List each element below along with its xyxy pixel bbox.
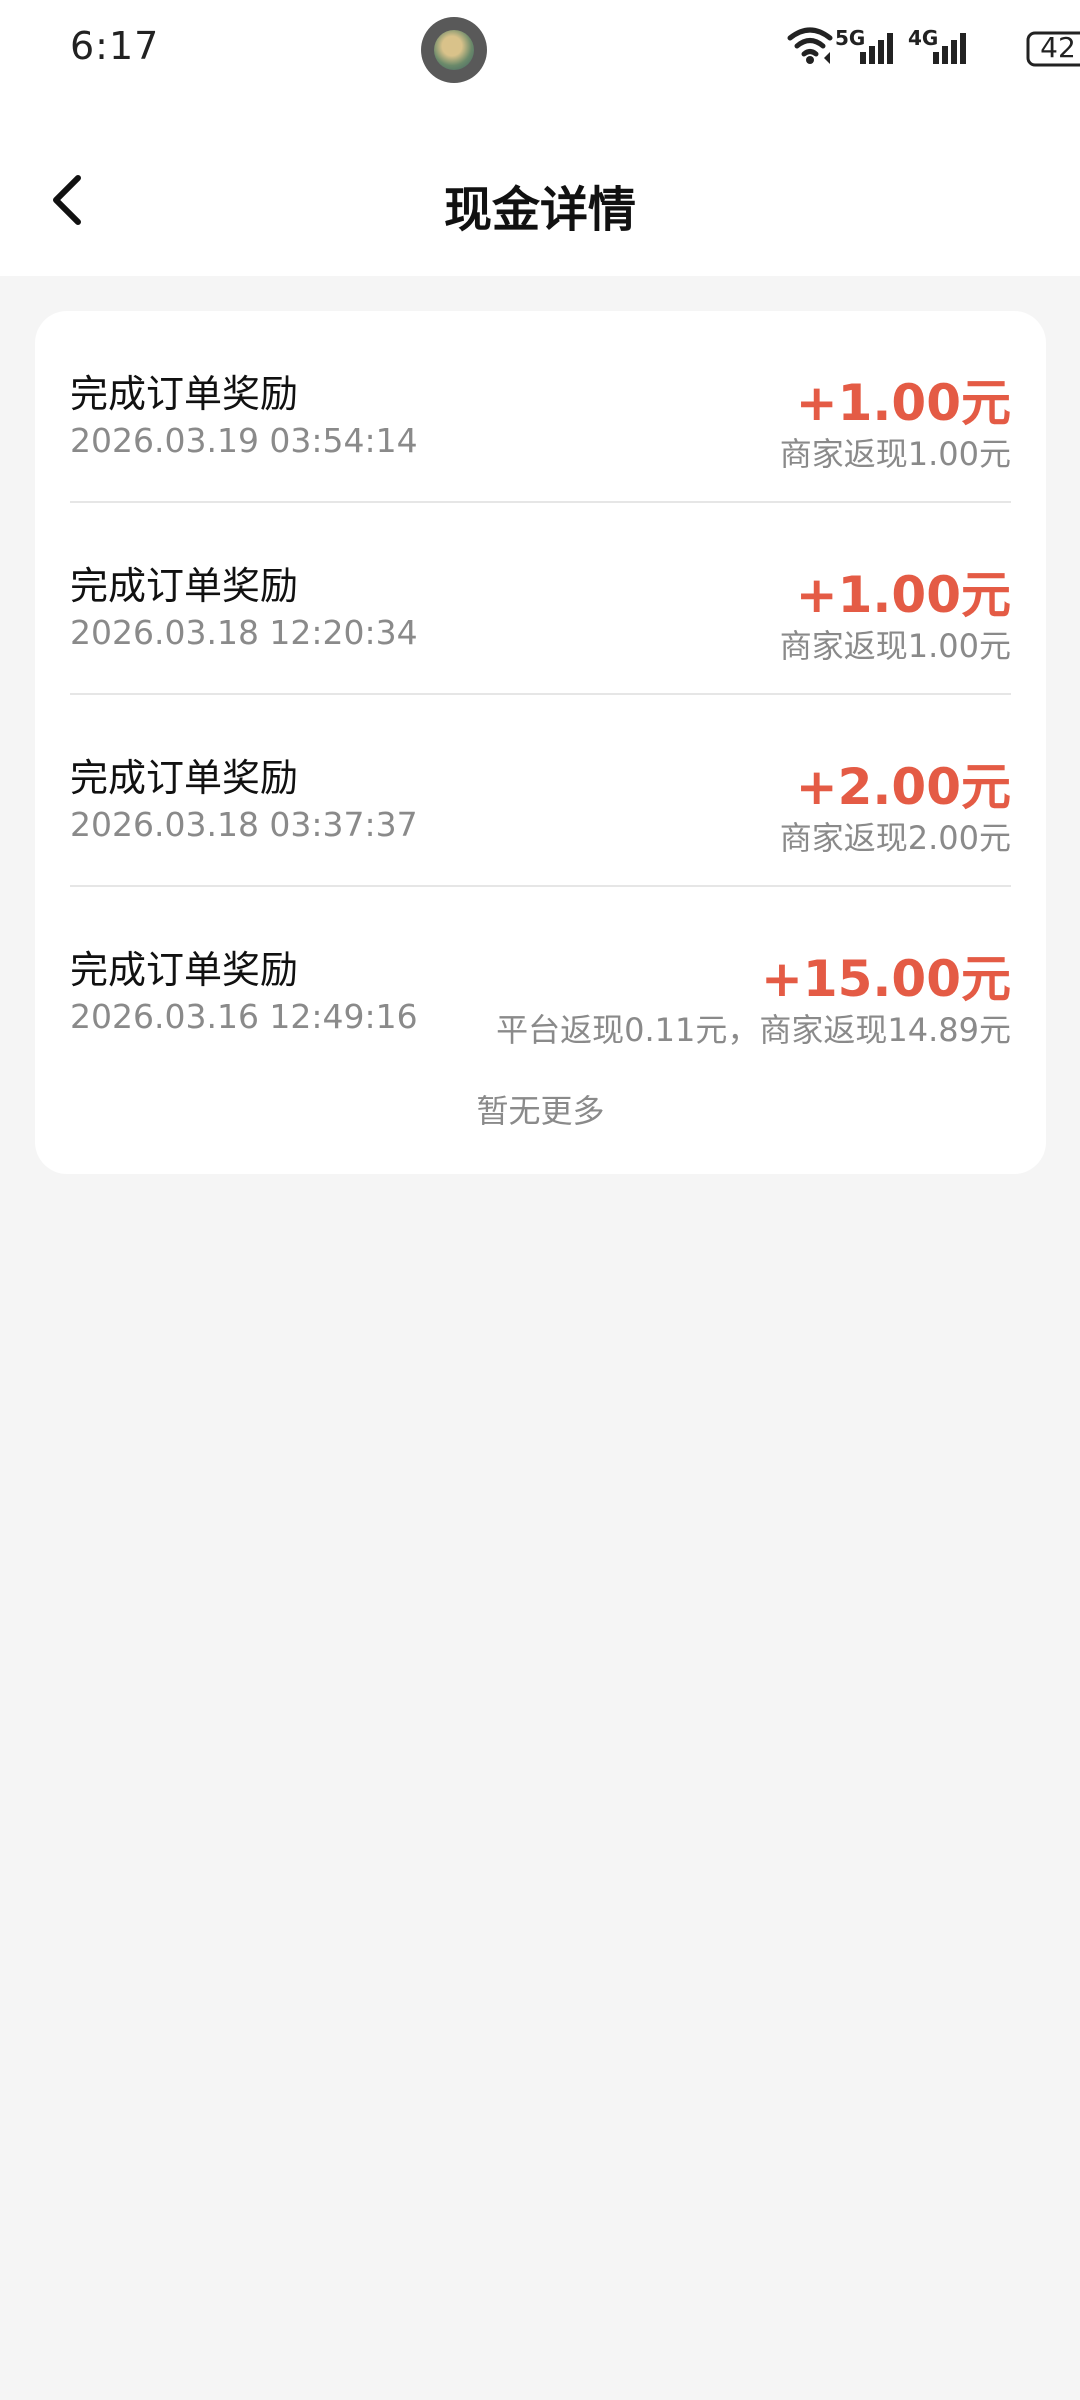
- record-title: 完成订单奖励: [70, 948, 299, 992]
- record-amount: +1.00元: [795, 566, 1011, 624]
- list-item[interactable]: 完成订单奖励 2026.03.18 03:37:37 +2.00元 商家返现2.…: [70, 695, 1011, 887]
- record-title: 完成订单奖励: [70, 564, 299, 608]
- page-title: 现金详情: [443, 182, 636, 238]
- wifi-icon: [787, 27, 833, 57]
- record-detail: 商家返现2.00元: [779, 819, 1011, 857]
- top-navigation-bar: 现金详情: [0, 98, 1080, 276]
- svg-text:4G: 4G: [908, 26, 938, 50]
- record-amount: +1.00元: [795, 374, 1011, 432]
- list-item[interactable]: 完成订单奖励 2026.03.18 12:20:34 +1.00元 商家返现1.…: [70, 503, 1011, 695]
- record-amount: +2.00元: [795, 758, 1011, 816]
- status-icons: 5G 4G 42: [780, 0, 1080, 98]
- status-bar: 6:17 5G 4G 42: [0, 0, 1080, 98]
- record-title: 完成订单奖励: [70, 756, 299, 800]
- record-datetime: 2026.03.18 12:20:34: [70, 613, 418, 652]
- record-detail: 平台返现0.11元，商家返现14.89元: [496, 1011, 1011, 1049]
- record-datetime: 2026.03.18 03:37:37: [70, 805, 418, 844]
- no-more-text: 暂无更多: [476, 1092, 605, 1130]
- svg-text:5G: 5G: [835, 26, 865, 50]
- record-detail: 商家返现1.00元: [779, 435, 1011, 473]
- notification-avatar-icon: [421, 17, 487, 83]
- list-item[interactable]: 完成订单奖励 2026.03.16 12:49:16 +15.00元 平台返现0…: [70, 887, 1011, 1079]
- record-datetime: 2026.03.19 03:54:14: [70, 421, 418, 460]
- status-time: 6:17: [70, 24, 160, 68]
- list-item[interactable]: 完成订单奖励 2026.03.19 03:54:14 +1.00元 商家返现1.…: [70, 311, 1011, 503]
- battery-level: 42: [1040, 31, 1076, 64]
- record-datetime: 2026.03.16 12:49:16: [70, 997, 418, 1036]
- record-title: 完成订单奖励: [70, 372, 299, 416]
- cash-records-card: 完成订单奖励 2026.03.19 03:54:14 +1.00元 商家返现1.…: [35, 311, 1046, 1174]
- record-amount: +15.00元: [760, 950, 1011, 1008]
- record-detail: 商家返现1.00元: [779, 627, 1011, 665]
